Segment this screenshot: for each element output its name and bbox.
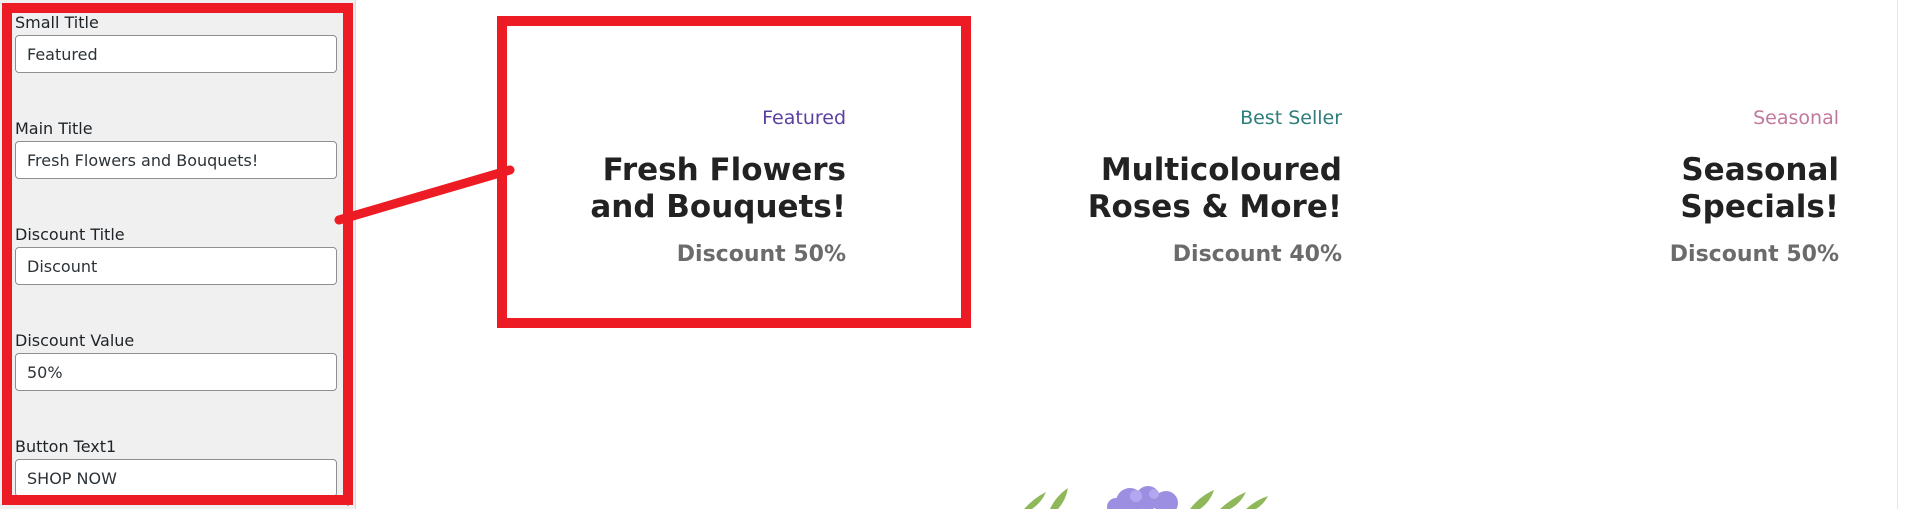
banner-title-line: Specials! (1680, 189, 1839, 225)
banner-discount: Discount 40% (1172, 242, 1342, 267)
banner-discount: Discount 50% (1669, 242, 1839, 267)
discount-title-label: Discount Title (15, 225, 125, 244)
banner-small-title: Featured (762, 107, 846, 129)
discount-title-input[interactable] (15, 247, 337, 285)
banner-title-line: Roses & More! (1087, 189, 1342, 225)
preview-scrollbar[interactable] (1897, 0, 1920, 509)
panel-scrollbar[interactable] (340, 0, 355, 509)
main-title-label: Main Title (15, 119, 93, 138)
settings-panel: Small Title Main Title Discount Title Di… (0, 0, 356, 509)
banner-main-title: Seasonal Specials! (1359, 152, 1839, 226)
main-title-field: Main Title (15, 119, 337, 179)
small-title-field: Small Title (15, 13, 337, 73)
small-title-input[interactable] (15, 35, 337, 73)
banner-title-line: Multicoloured (1100, 152, 1342, 188)
main-title-input[interactable] (15, 141, 337, 179)
flower-illustration (1024, 486, 1268, 509)
discount-value-input[interactable] (15, 353, 337, 391)
button-text-input[interactable] (15, 459, 337, 497)
scroll-down-arrow-icon[interactable] (344, 501, 352, 506)
banner-discount: Discount 50% (676, 242, 846, 267)
button-text-label: Button Text1 (15, 437, 117, 456)
banner-title-line: Fresh Flowers (602, 152, 846, 188)
discount-value-field: Discount Value (15, 331, 337, 391)
banner-title-line: and Bouquets! (590, 189, 846, 225)
small-title-label: Small Title (15, 13, 99, 32)
discount-title-field: Discount Title (15, 225, 337, 285)
discount-value-label: Discount Value (15, 331, 135, 350)
banner-main-title: Multicoloured Roses & More! (862, 152, 1342, 226)
banner-main-title: Fresh Flowers and Bouquets! (366, 152, 846, 226)
banner-small-title: Seasonal (1753, 107, 1839, 129)
banner-small-title: Best Seller (1240, 107, 1342, 129)
banner-title-line: Seasonal (1681, 152, 1839, 188)
button-text-field: Button Text1 (15, 437, 337, 497)
